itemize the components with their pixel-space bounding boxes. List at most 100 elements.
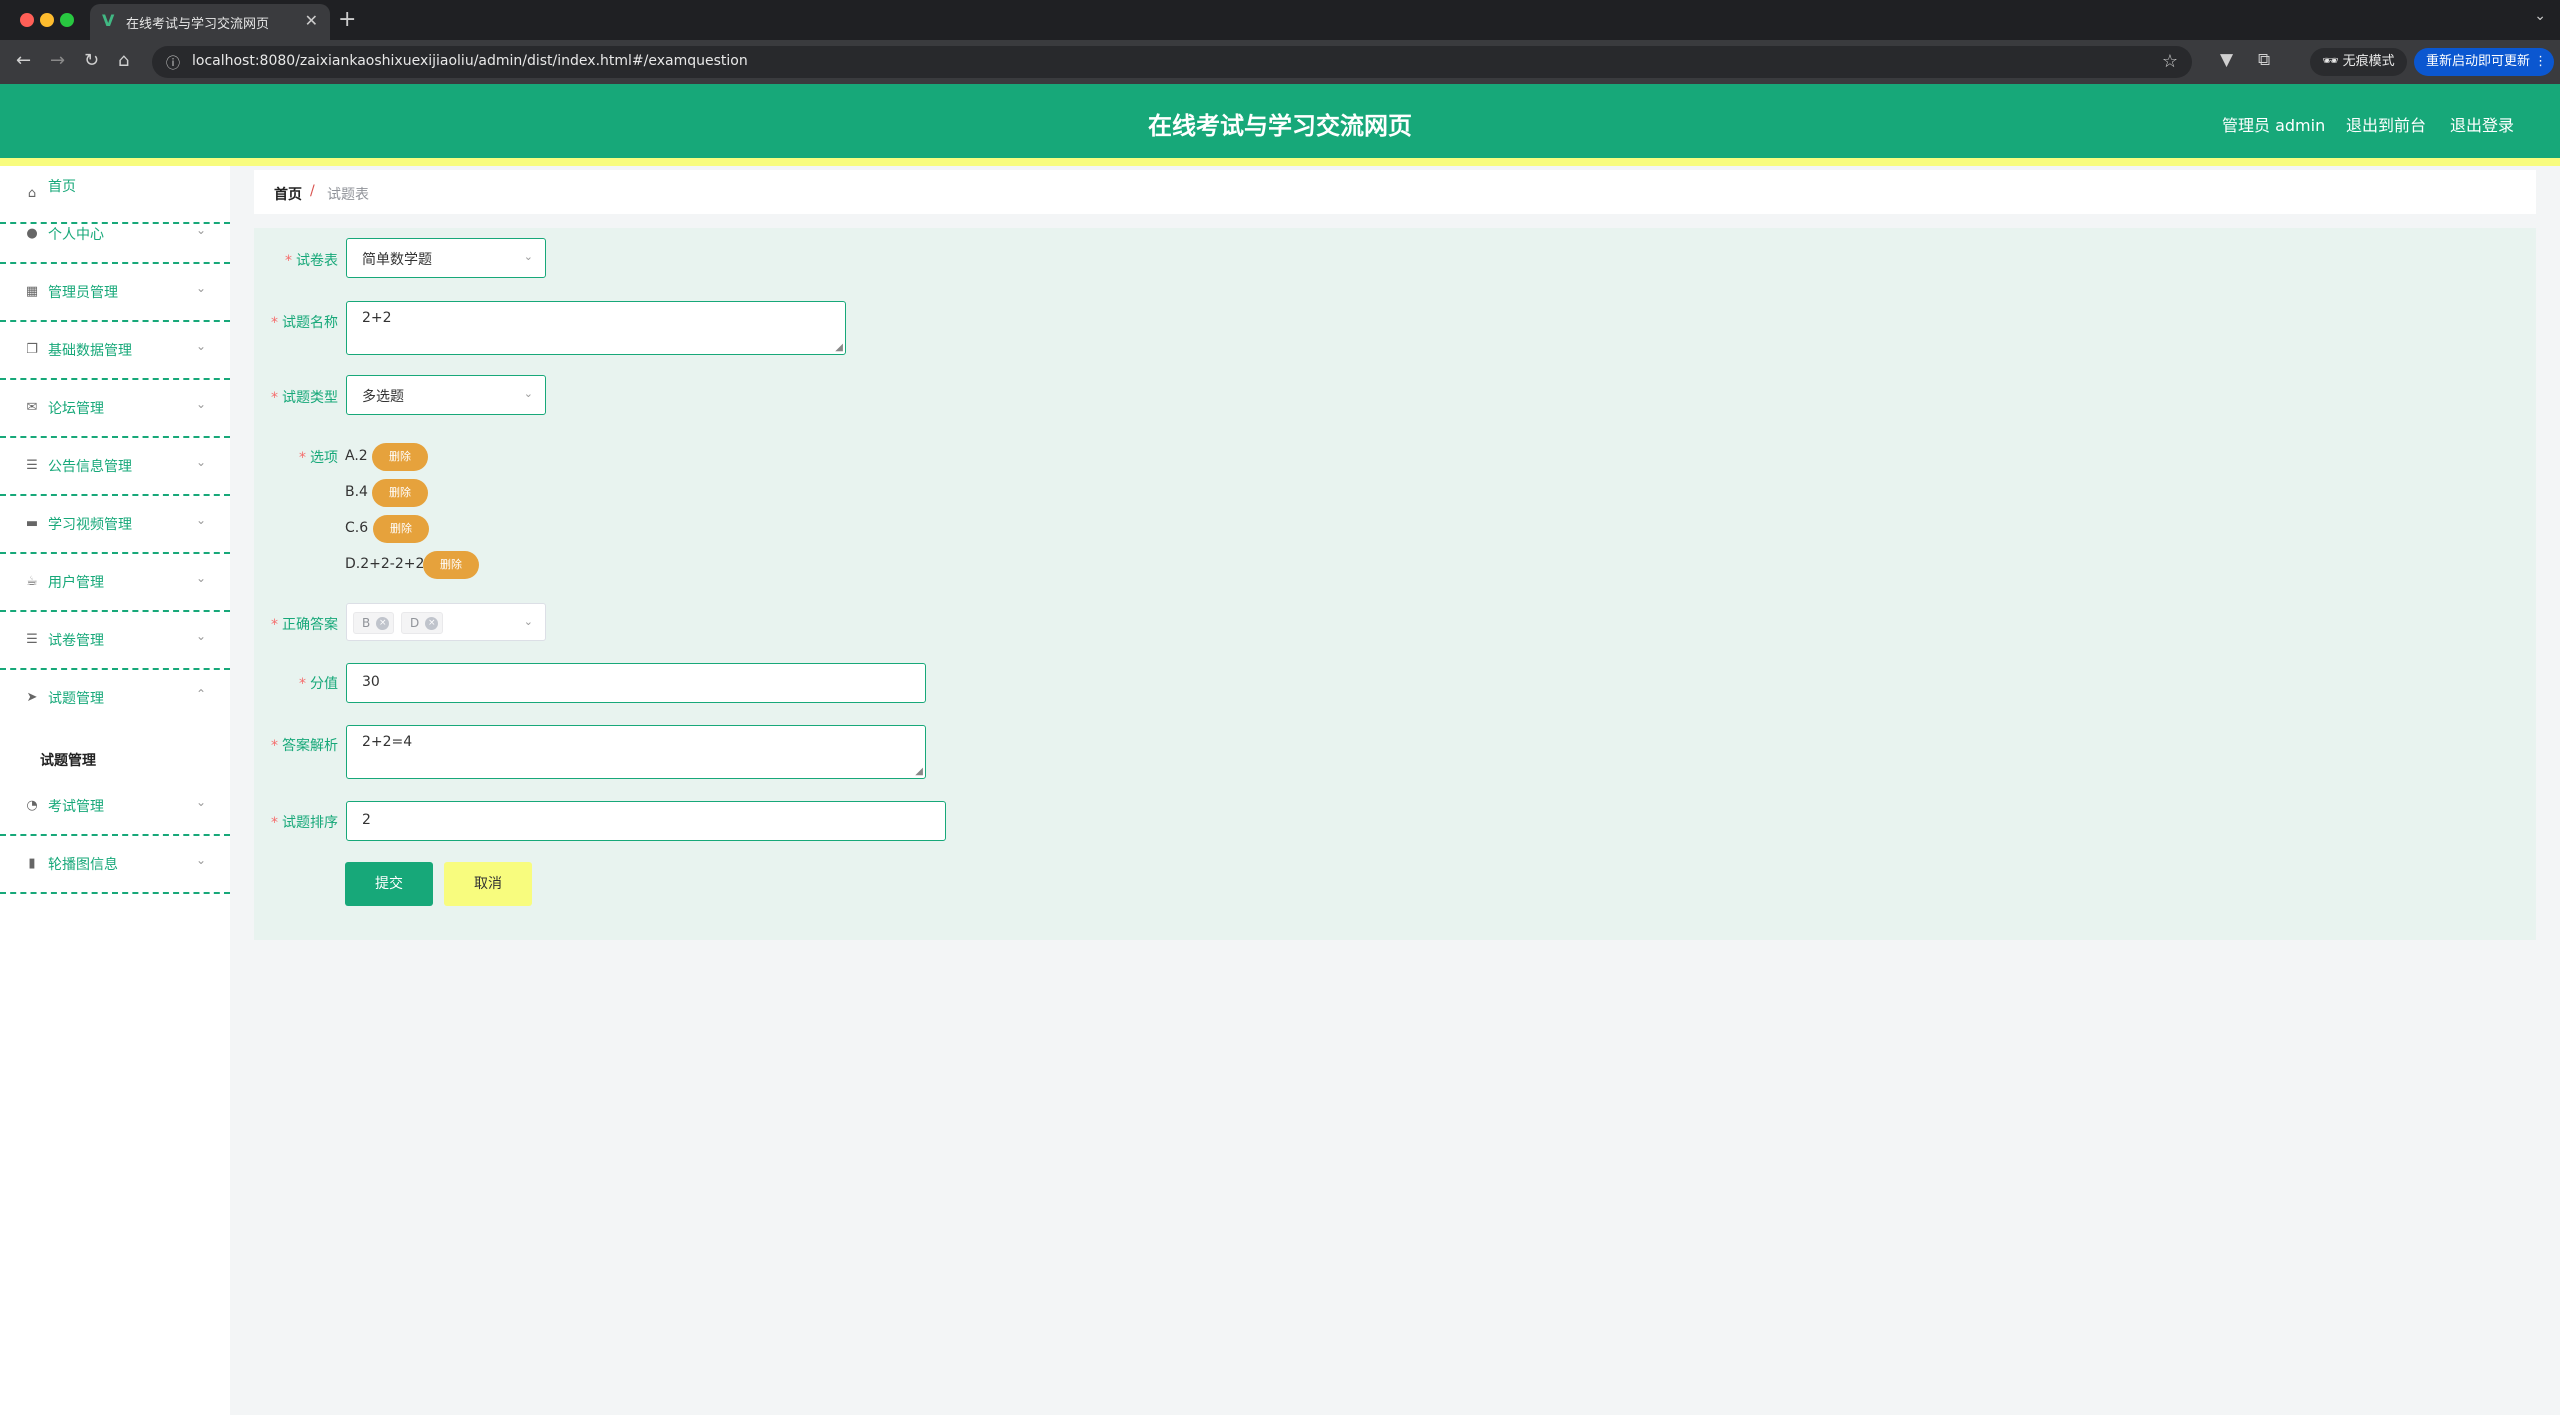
chevron-down-icon: ⌄ (523, 615, 533, 628)
coffee-icon: ☕ (26, 574, 38, 589)
user-icon: ● (26, 226, 38, 241)
sidebar-item-carousel[interactable]: ▮ 轮播图信息 ⌄ (0, 836, 230, 894)
browser-tab-strip: V 在线考试与学习交流网页 ✕ + ⌄ (0, 0, 2560, 40)
tag-close-icon[interactable]: × (425, 617, 439, 630)
window-maximize-button[interactable] (60, 13, 74, 27)
chevron-down-icon: ⌄ (196, 629, 207, 643)
sidebar-item-videos[interactable]: ▬ 学习视频管理 ⌄ (0, 496, 230, 554)
vue-logo-icon: V (102, 11, 115, 30)
delete-option-button[interactable]: 删除 (372, 443, 428, 471)
breadcrumb: 首页 / 试题表 (254, 170, 2536, 214)
delete-option-button[interactable]: 删除 (372, 479, 428, 507)
sidebar-item-basic-data[interactable]: ❐ 基础数据管理 ⌄ (0, 322, 230, 380)
reload-icon[interactable]: ↻ (84, 50, 99, 71)
relaunch-button[interactable]: 重新启动即可更新 ⋮ (2414, 48, 2554, 76)
sidebar-item-label: 学习视频管理 (48, 517, 132, 533)
sidebar-item-label: 基础数据管理 (48, 343, 132, 359)
name-textarea[interactable]: 2+2 ◢ (346, 301, 846, 355)
header-stripe (0, 158, 2560, 166)
analysis-textarea[interactable]: 2+2=4 ◢ (346, 725, 926, 779)
score-input[interactable]: 30 (346, 663, 926, 703)
option-text: B.4 (345, 484, 368, 500)
breadcrumb-separator: / (310, 183, 315, 199)
sidebar-item-questions[interactable]: ➤ 试题管理 ⌃ (0, 670, 230, 728)
tab-title: 在线考试与学习交流网页 (126, 17, 270, 32)
site-info-icon[interactable]: ⓘ (166, 53, 180, 73)
list-icon: ☰ (26, 632, 38, 647)
back-icon[interactable]: ← (16, 50, 31, 71)
cancel-button[interactable]: 取消 (444, 862, 532, 906)
chevron-down-icon: ⌄ (196, 571, 207, 585)
breadcrumb-current: 试题表 (327, 187, 369, 203)
browser-tab[interactable]: V 在线考试与学习交流网页 ✕ (90, 4, 330, 40)
incognito-badge[interactable]: 🕶 无痕模式 (2310, 48, 2407, 76)
chevron-down-icon: ⌄ (523, 250, 533, 263)
forward-icon[interactable]: → (50, 50, 65, 71)
sidebar-item-notices[interactable]: ☰ 公告信息管理 ⌄ (0, 438, 230, 496)
breadcrumb-home[interactable]: 首页 (274, 184, 302, 204)
sidebar-item-label: 公告信息管理 (48, 459, 132, 475)
logout-link[interactable]: 退出登录 (2450, 112, 2514, 136)
chevron-down-icon: ⌄ (196, 455, 207, 469)
chevron-down-icon: ⌄ (196, 281, 207, 295)
delete-option-button[interactable]: 删除 (373, 515, 429, 543)
grid-icon: ▦ (25, 284, 39, 299)
window-minimize-button[interactable] (40, 13, 54, 27)
resize-grip-icon[interactable]: ◢ (835, 342, 843, 353)
exit-to-front-link[interactable]: 退出到前台 (2346, 112, 2426, 136)
order-input[interactable]: 2 (346, 801, 946, 841)
answer-tag[interactable]: B × (353, 612, 395, 634)
chevron-down-icon: ⌄ (196, 339, 207, 353)
sidebar-item-label: 论坛管理 (48, 401, 104, 417)
option-text: C.6 (345, 520, 369, 536)
address-bar[interactable]: ⓘ localhost:8080/zaixiankaoshixuexijiaol… (152, 46, 2192, 78)
home-icon[interactable]: ⌂ (118, 50, 129, 71)
sidebar-item-admins[interactable]: ▦ 管理员管理 ⌄ (0, 264, 230, 322)
sidebar-item-exams[interactable]: ◔ 考试管理 ⌄ (0, 778, 230, 836)
send-icon: ➤ (26, 690, 38, 705)
tab-close-icon[interactable]: ✕ (305, 11, 318, 30)
analysis-label: * 答案解析 (271, 738, 338, 754)
resize-grip-icon[interactable]: ◢ (915, 766, 923, 777)
option-text: A.2 (345, 448, 368, 464)
paper-select[interactable]: 简单数学题 ⌄ (346, 238, 546, 278)
app-header: 在线考试与学习交流网页 管理员 admin 退出到前台 退出登录 (0, 84, 2560, 158)
extension-icon[interactable]: ▼ (2220, 50, 2233, 70)
option-text: D.2+2-2+2 (345, 556, 425, 572)
type-select[interactable]: 多选题 ⌄ (346, 375, 546, 415)
submit-button[interactable]: 提交 (345, 862, 433, 906)
new-tab-icon[interactable]: + (338, 7, 356, 32)
list-icon: ☰ (26, 458, 38, 473)
sidebar-item-label: 首页 (48, 179, 76, 195)
tag-close-icon[interactable]: × (376, 617, 390, 630)
chevron-down-icon: ⌄ (196, 795, 207, 809)
chevron-down-icon: ⌄ (196, 853, 207, 867)
sidebar-item-forum[interactable]: ✉ 论坛管理 ⌄ (0, 380, 230, 438)
delete-option-button[interactable]: 删除 (423, 551, 479, 579)
puzzle-icon[interactable]: ⧉ (2258, 50, 2270, 70)
chevron-up-icon: ⌃ (196, 687, 207, 701)
sidebar-item-users[interactable]: ☕ 用户管理 ⌄ (0, 554, 230, 612)
tab-search-icon[interactable]: ⌄ (2534, 8, 2546, 24)
answer-label: * 正确答案 (271, 617, 338, 633)
admin-user-label: 管理员 admin (2222, 116, 2326, 135)
monitor-icon: ▬ (25, 516, 39, 531)
answer-multiselect[interactable]: B × D × ⌄ (346, 603, 546, 641)
chevron-down-icon: ⌄ (196, 397, 207, 411)
window-close-button[interactable] (20, 13, 34, 27)
sidebar-item-label: 试题管理 (48, 691, 104, 707)
mail-icon: ✉ (26, 400, 38, 415)
chevron-down-icon: ⌄ (196, 223, 207, 237)
sidebar-subitem-questions[interactable]: 试题管理 (0, 736, 230, 782)
home-icon: ⌂ (27, 186, 37, 201)
sidebar-item-papers[interactable]: ☰ 试卷管理 ⌄ (0, 612, 230, 670)
bookmark-star-icon[interactable]: ☆ (2162, 51, 2178, 72)
chevron-down-icon: ⌄ (523, 387, 533, 400)
browser-toolbar: ← → ↻ ⌂ ⓘ localhost:8080/zaixiankaoshixu… (0, 40, 2560, 84)
sidebar-item-label: 轮播图信息 (48, 857, 118, 873)
sidebar-item-label: 试卷管理 (48, 633, 104, 649)
copy-icon: ❐ (26, 342, 38, 357)
sidebar-item-profile[interactable]: ● 个人中心 ⌄ (0, 206, 230, 264)
answer-tag[interactable]: D × (401, 612, 444, 634)
paper-label: * 试卷表 (285, 253, 338, 269)
